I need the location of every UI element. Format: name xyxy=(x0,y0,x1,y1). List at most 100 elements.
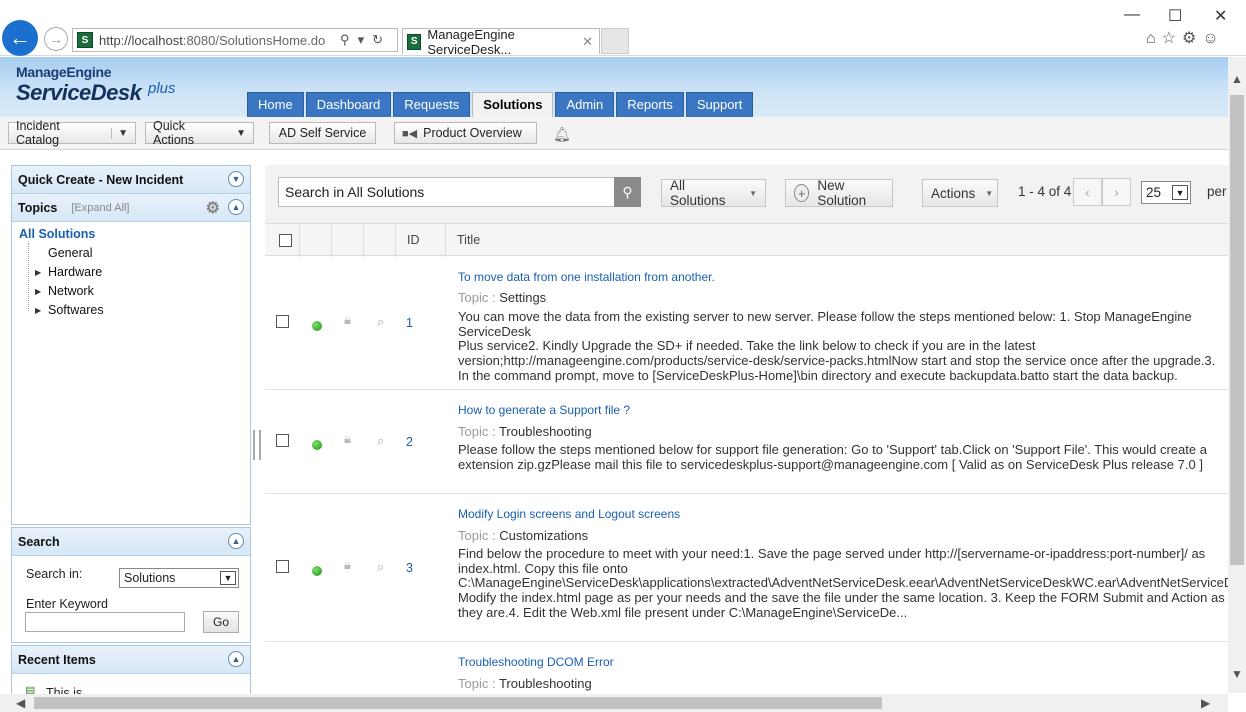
filter-label: All Solutions xyxy=(670,178,726,208)
chevron-down-icon: ▼ xyxy=(220,571,236,585)
incident-catalog-button[interactable]: Incident Catalog ▼ xyxy=(8,119,136,147)
topic-label: Topic : xyxy=(458,290,496,305)
tab-home[interactable]: Home xyxy=(247,92,304,117)
browser-tab[interactable]: S ManageEngine ServiceDesk... ✕ xyxy=(402,27,600,57)
tree-root-all-solutions[interactable]: All Solutions xyxy=(19,227,95,241)
main-nav-tabs: Home Dashboard Requests Solutions Admin … xyxy=(247,92,754,117)
topic-label: Topic : xyxy=(458,528,496,543)
forward-arrow-icon[interactable]: → xyxy=(44,27,68,51)
table-header: ID Title xyxy=(265,223,1228,257)
select-all-checkbox[interactable] xyxy=(279,234,292,247)
chevron-up-icon[interactable]: ▲ xyxy=(228,533,244,549)
url-path: :8080/SolutionsHome.do xyxy=(182,32,326,48)
next-page-icon[interactable]: › xyxy=(1102,178,1131,206)
incident-catalog-label: Incident Catalog xyxy=(16,119,60,147)
ad-self-service-button[interactable]: AD Self Service xyxy=(269,122,376,144)
solution-id[interactable]: 1 xyxy=(406,316,413,330)
attachment-icon: ⌕ xyxy=(377,559,385,574)
video-icon: ■◀ xyxy=(402,127,418,140)
chevron-up-icon[interactable]: ▲ xyxy=(228,199,244,215)
solution-title-link[interactable]: Modify Login screens and Logout screens xyxy=(458,507,680,521)
chevron-up-icon[interactable]: ▲ xyxy=(228,651,244,667)
vertical-scroll-thumb[interactable] xyxy=(1230,95,1244,565)
search-placeholder: Search in All Solutions xyxy=(285,184,425,200)
tab-requests[interactable]: Requests xyxy=(393,92,471,117)
topics-title: Topics xyxy=(18,200,58,215)
scroll-up-icon[interactable]: ▲ xyxy=(1231,72,1243,86)
scroll-left-icon[interactable]: ◀ xyxy=(16,696,25,710)
tree-item-softwares[interactable]: Softwares xyxy=(48,303,104,317)
new-solution-button[interactable]: + New Solution xyxy=(785,178,893,208)
browser-tool-icons[interactable]: ⌂☆⚙☺ xyxy=(1146,28,1225,48)
maximize-button[interactable]: ☐ xyxy=(1168,6,1182,26)
address-bar[interactable]: S http://localhost:8080/SolutionsHome.do… xyxy=(72,28,398,52)
product-overview-button[interactable]: ■◀ Product Overview xyxy=(394,122,537,144)
chevron-down-icon: ▼ xyxy=(985,188,994,198)
tab-reports[interactable]: Reports xyxy=(616,92,684,117)
solution-topic: Topic : Troubleshooting xyxy=(458,676,592,691)
solutions-search-input[interactable]: Search in All Solutions ⚲ xyxy=(278,177,641,207)
chevron-down-icon[interactable]: ▼ xyxy=(228,171,244,187)
actions-dropdown[interactable]: Actions ▼ xyxy=(922,179,998,207)
solution-title-link[interactable]: Troubleshooting DCOM Error xyxy=(458,655,614,669)
scroll-right-icon[interactable]: ▶ xyxy=(1201,696,1210,710)
lock-icon: 🔒︎ xyxy=(344,557,351,572)
gear-icon[interactable]: ⚙ xyxy=(206,198,220,218)
back-arrow-icon[interactable]: ← xyxy=(2,20,38,56)
expand-triangle-icon[interactable]: ▶ xyxy=(35,287,41,296)
solution-id[interactable]: 2 xyxy=(406,435,413,449)
tree-item-general[interactable]: General xyxy=(48,246,92,260)
per-page-select[interactable]: 25 ▼ xyxy=(1141,181,1191,204)
minimize-button[interactable]: — xyxy=(1124,6,1140,24)
scroll-down-icon[interactable]: ▼ xyxy=(1231,667,1243,681)
attachment-icon: ⌕ xyxy=(377,433,385,448)
solution-title-link[interactable]: To move data from one installation from … xyxy=(458,270,715,284)
panel-splitter[interactable] xyxy=(253,430,261,460)
tree-item-network[interactable]: Network xyxy=(48,284,94,298)
chevron-down-icon: ▼ xyxy=(749,188,757,198)
quick-create-header[interactable]: Quick Create - New Incident ▼ xyxy=(12,166,250,194)
close-window-button[interactable]: ✕ xyxy=(1214,6,1227,26)
row-checkbox[interactable] xyxy=(276,560,289,573)
search-title: Search xyxy=(18,534,60,549)
expand-triangle-icon[interactable]: ▶ xyxy=(35,306,41,315)
tab-close-icon[interactable]: ✕ xyxy=(582,34,593,50)
expand-all-link[interactable]: [Expand All] xyxy=(71,202,129,214)
expand-triangle-icon[interactable]: ▶ xyxy=(35,268,41,277)
id-column-header[interactable]: ID xyxy=(407,233,420,247)
go-button[interactable]: Go xyxy=(203,611,239,633)
tab-dashboard[interactable]: Dashboard xyxy=(305,92,392,117)
solution-id[interactable]: 3 xyxy=(406,561,413,575)
search-icon[interactable]: ⚲ xyxy=(614,177,641,207)
logo-product: ServiceDesk xyxy=(16,80,142,105)
horizontal-scroll-thumb[interactable] xyxy=(34,697,882,709)
solution-title-link[interactable]: How to generate a Support file ? xyxy=(458,403,630,417)
status-green-icon xyxy=(312,566,322,576)
keyword-input[interactable] xyxy=(25,612,185,632)
recent-items-header: Recent Items ▲ xyxy=(12,646,250,674)
search-in-select[interactable]: Solutions ▼ xyxy=(119,568,239,588)
tab-support[interactable]: Support xyxy=(685,92,754,117)
list-toolbar: Search in All Solutions ⚲ All Solutions ▼… xyxy=(265,165,1228,223)
status-green-icon xyxy=(312,321,322,331)
address-search-refresh-icons[interactable]: ⚲▾↻ xyxy=(340,32,391,48)
new-tab-button[interactable] xyxy=(601,28,629,54)
table-row: 🔒︎ ⌕ 3 Modify Login screens and Logout s… xyxy=(265,494,1228,642)
status-green-icon xyxy=(312,440,322,450)
table-row: Troubleshooting DCOM Error Topic : Troub… xyxy=(265,642,1228,695)
title-column-header[interactable]: Title xyxy=(457,233,480,247)
site-favicon-icon: S xyxy=(77,32,93,48)
tab-solutions[interactable]: Solutions xyxy=(472,92,554,117)
header-id-col[interactable] xyxy=(396,224,446,257)
bell-icon[interactable]: 🔔︎ xyxy=(553,126,571,143)
prev-page-icon[interactable]: ‹ xyxy=(1073,178,1102,206)
row-checkbox[interactable] xyxy=(276,315,289,328)
quick-actions-button[interactable]: Quick Actions ▼ xyxy=(145,119,254,147)
solution-description: You can move the data from the existing … xyxy=(458,309,1216,383)
tab-admin[interactable]: Admin xyxy=(555,92,615,117)
row-checkbox[interactable] xyxy=(276,434,289,447)
tree-item-hardware[interactable]: Hardware xyxy=(48,265,102,279)
attachment-icon: ⌕ xyxy=(377,314,385,329)
solutions-filter-dropdown[interactable]: All Solutions ▼ xyxy=(661,178,766,208)
pagination-info: 1 - 4 of 4 xyxy=(1018,184,1072,199)
